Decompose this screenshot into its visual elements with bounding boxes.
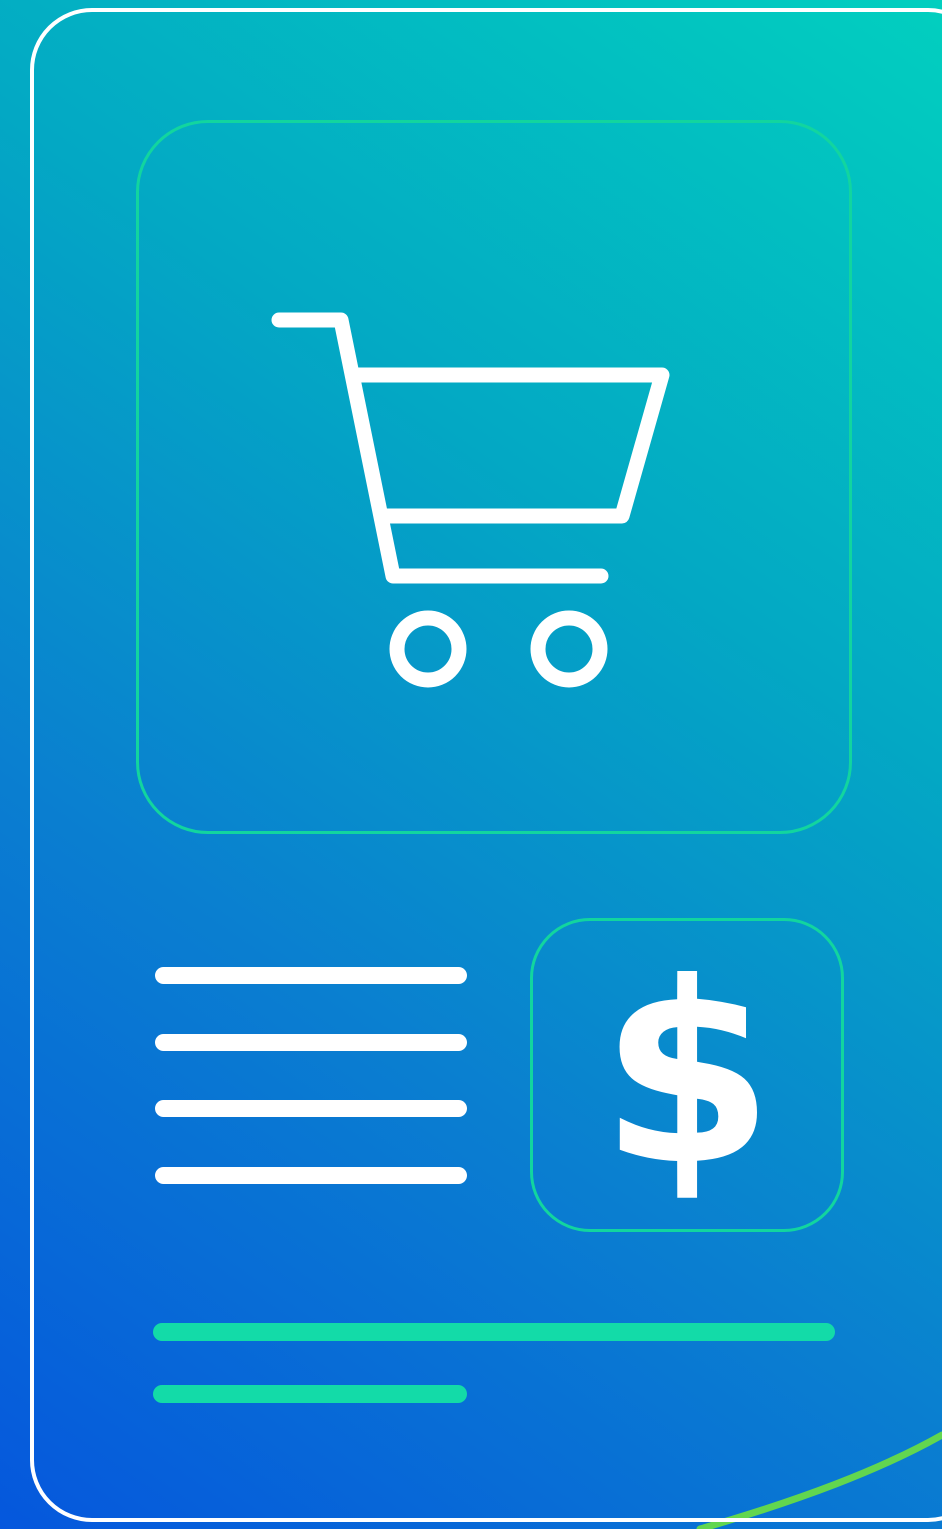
- placeholder-line-3: [155, 1100, 467, 1117]
- placeholder-line-2: [155, 1034, 467, 1051]
- placeholder-line-1: [155, 967, 467, 984]
- checkout-illustration: $: [0, 0, 942, 1529]
- shopping-cart-icon: [271, 312, 670, 688]
- placeholder-line-4: [155, 1167, 467, 1184]
- price-panel: $: [530, 918, 844, 1232]
- accent-line-short: [153, 1385, 467, 1403]
- accent-line-long: [153, 1323, 835, 1341]
- dollar-icon: $: [600, 929, 774, 1220]
